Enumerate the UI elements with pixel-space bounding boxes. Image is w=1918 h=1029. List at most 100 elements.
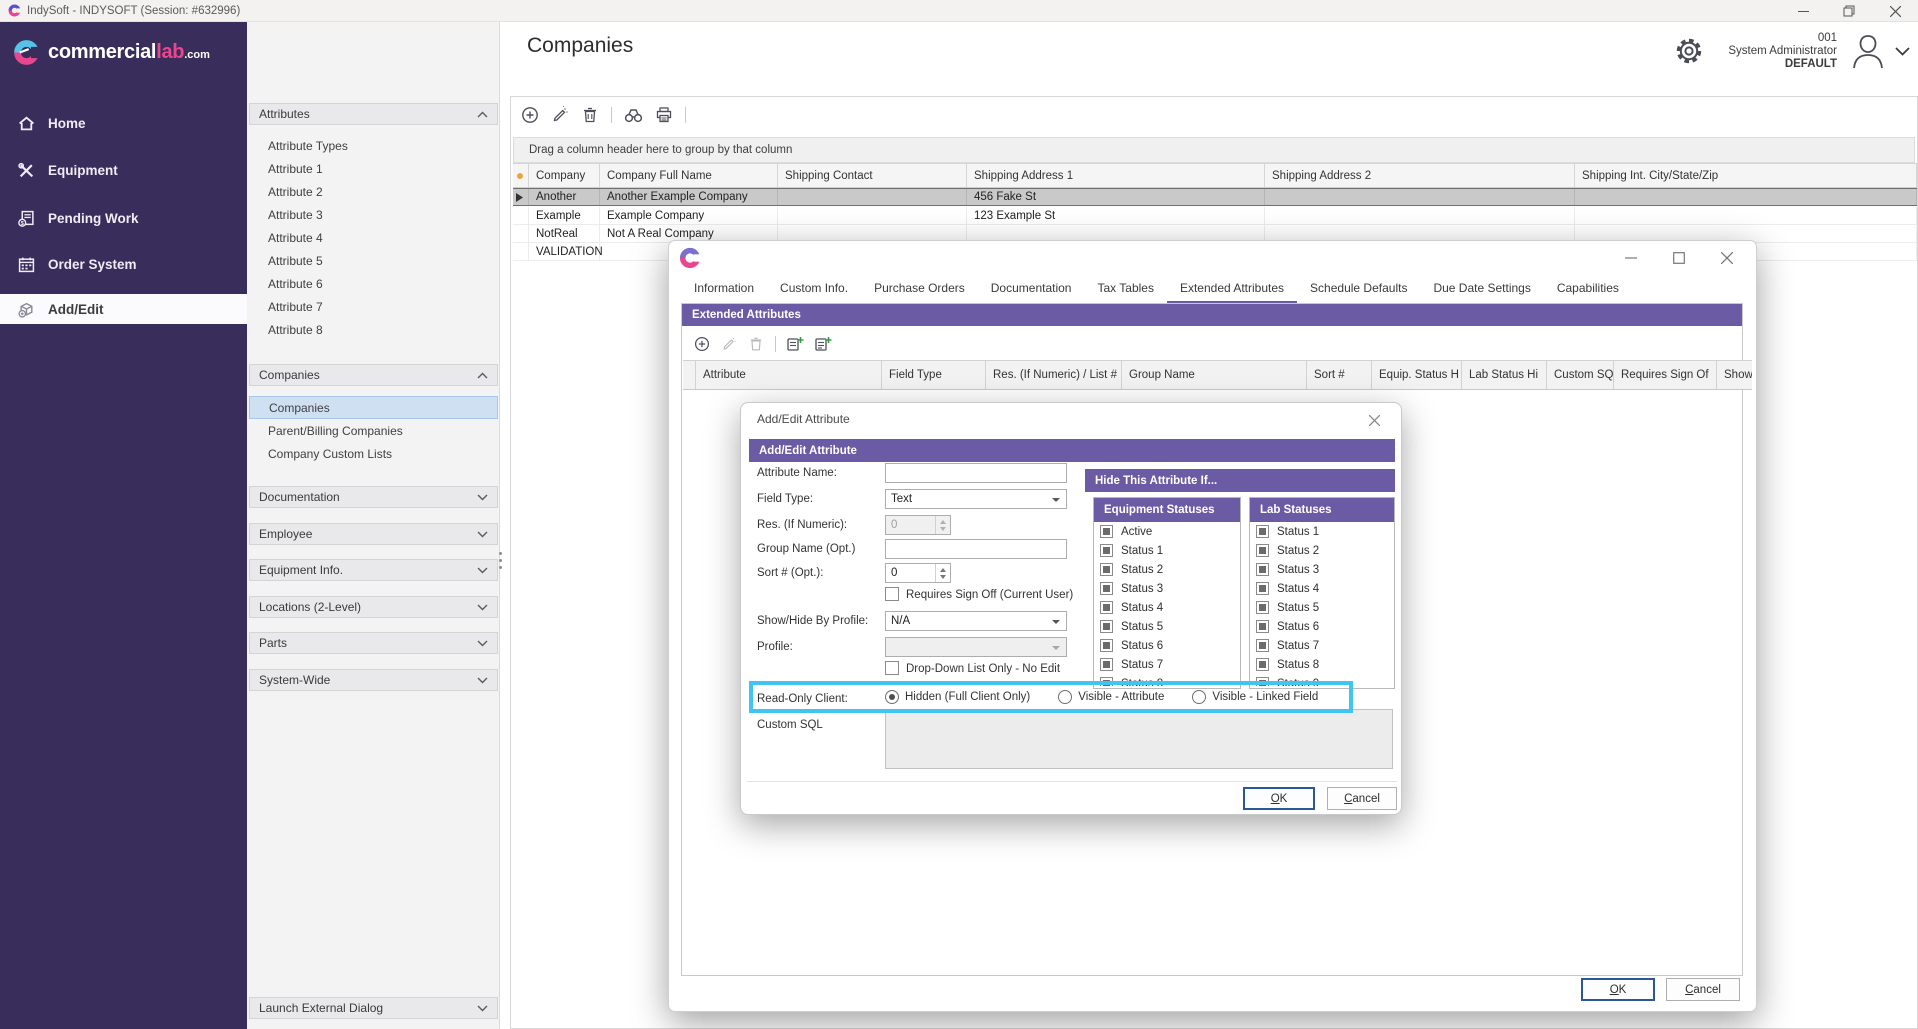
section-system-wide[interactable]: System-Wide [249,669,498,691]
column-header-equip-status[interactable]: Equip. Status H [1372,361,1462,389]
status-checkbox[interactable] [1100,563,1113,576]
sidebar-item-pending-work[interactable]: $ Pending Work [0,203,247,233]
status-option[interactable]: Active [1094,522,1240,541]
sort-spinner[interactable]: 0 [885,563,951,583]
subnav-item-attribute-types[interactable]: Attribute Types [249,134,498,157]
status-checkbox[interactable] [1100,544,1113,557]
subnav-item-attribute-2[interactable]: Attribute 2 [249,180,498,203]
status-checkbox[interactable] [1256,639,1269,652]
gear-icon[interactable] [1674,36,1704,66]
edit-icon[interactable] [551,106,569,124]
tab-custom-info[interactable]: Custom Info. [767,277,861,301]
add-attribute-icon[interactable] [694,336,710,352]
section-employee[interactable]: Employee [249,523,498,545]
status-checkbox[interactable] [1100,639,1113,652]
sidebar-item-home[interactable]: Home [0,108,247,138]
dialog-minimize-icon[interactable] [1616,247,1646,269]
status-option[interactable]: Status 2 [1250,541,1394,560]
status-checkbox[interactable] [1256,544,1269,557]
status-checkbox[interactable] [1100,677,1113,686]
close-icon[interactable] [1872,0,1918,22]
status-option[interactable]: Status 5 [1094,617,1240,636]
status-checkbox[interactable] [1100,582,1113,595]
status-checkbox[interactable] [1100,620,1113,633]
column-header-shipping-int[interactable]: Shipping Int. City/State/Zip [1575,164,1917,187]
subnav-item-attribute-4[interactable]: Attribute 4 [249,226,498,249]
status-checkbox[interactable] [1100,601,1113,614]
delete-icon[interactable] [581,106,599,124]
grid-add-alt-icon[interactable] [815,336,832,352]
status-option[interactable]: Status 6 [1094,636,1240,655]
status-checkbox[interactable] [1100,525,1113,538]
sidebar-item-add-edit[interactable]: Add/Edit [0,294,247,324]
restore-icon[interactable] [1826,0,1872,22]
section-equipment-info[interactable]: Equipment Info. [249,559,498,581]
column-header-shipping-address-2[interactable]: Shipping Address 2 [1265,164,1575,187]
status-option[interactable]: Status 7 [1094,655,1240,674]
find-icon[interactable] [624,107,643,124]
subnav-item-attribute-5[interactable]: Attribute 5 [249,249,498,272]
modal-ok-button[interactable]: OK [1243,787,1315,810]
status-option[interactable]: Status 8 [1094,674,1240,686]
tab-tax-tables[interactable]: Tax Tables [1084,277,1166,301]
section-documentation[interactable]: Documentation [249,486,498,508]
show-hide-dropdown[interactable]: N/A [885,611,1067,631]
subnav-item-attribute-1[interactable]: Attribute 1 [249,157,498,180]
status-checkbox[interactable] [1256,563,1269,576]
section-parts[interactable]: Parts [249,632,498,654]
field-type-dropdown[interactable]: Text [885,489,1067,509]
status-checkbox[interactable] [1256,658,1269,671]
column-header-field-type[interactable]: Field Type [882,361,986,389]
section-attributes[interactable]: Attributes [249,103,498,125]
status-checkbox[interactable] [1256,620,1269,633]
status-option[interactable]: Status 4 [1094,598,1240,617]
table-row[interactable]: Another Another Example Company 456 Fake… [513,188,1917,206]
dropdown-only-checkbox[interactable] [885,661,899,675]
status-option[interactable]: Status 3 [1250,560,1394,579]
status-checkbox[interactable] [1100,658,1113,671]
sidebar-item-order-system[interactable]: Order System [0,249,247,279]
modal-cancel-button[interactable]: Cancel [1327,787,1397,810]
group-by-bar[interactable]: Drag a column header here to group by th… [513,137,1915,163]
status-checkbox[interactable] [1256,525,1269,538]
radio-hidden-full-client[interactable] [885,690,899,704]
group-name-input[interactable] [885,539,1067,559]
tab-extended-attributes[interactable]: Extended Attributes [1167,277,1297,304]
section-launch-external-dialog[interactable]: Launch External Dialog [249,997,498,1019]
attribute-name-input[interactable] [885,463,1067,483]
status-option[interactable]: Status 4 [1250,579,1394,598]
section-locations[interactable]: Locations (2-Level) [249,596,498,618]
status-option[interactable]: Status 9 [1250,674,1394,686]
status-option[interactable]: Status 1 [1094,541,1240,560]
status-checkbox[interactable] [1256,601,1269,614]
requires-signoff-checkbox[interactable] [885,587,899,601]
modal-close-icon[interactable] [1363,410,1385,430]
tab-purchase-orders[interactable]: Purchase Orders [861,277,978,301]
column-header-lab-status[interactable]: Lab Status Hi [1462,361,1547,389]
tab-documentation[interactable]: Documentation [978,277,1085,301]
column-header-shipping-address-1[interactable]: Shipping Address 1 [967,164,1265,187]
tab-information[interactable]: Information [681,277,767,301]
minimize-icon[interactable] [1780,0,1826,22]
column-header-show[interactable]: Show [1717,361,1752,389]
grid-add-icon[interactable] [787,336,804,352]
column-header-custom-sql[interactable]: Custom SQ [1547,361,1614,389]
status-option[interactable]: Status 6 [1250,617,1394,636]
radio-visible-attribute[interactable] [1058,690,1072,704]
tab-due-date-settings[interactable]: Due Date Settings [1420,277,1543,301]
dialog-ok-button[interactable]: OK [1581,978,1655,1001]
add-icon[interactable] [521,106,539,124]
status-option[interactable]: Status 3 [1094,579,1240,598]
status-checkbox[interactable] [1256,677,1269,686]
panel-splitter-handle[interactable]: ••• [498,551,503,573]
status-option[interactable]: Status 7 [1250,636,1394,655]
status-option[interactable]: Status 5 [1250,598,1394,617]
column-header-res[interactable]: Res. (If Numeric) / List # [986,361,1122,389]
status-option[interactable]: Status 2 [1094,560,1240,579]
column-header-shipping-contact[interactable]: Shipping Contact [778,164,967,187]
avatar[interactable] [1847,30,1889,72]
column-header-attribute[interactable]: Attribute [696,361,882,389]
column-header-requires-signoff[interactable]: Requires Sign Of [1614,361,1717,389]
radio-visible-linked-field[interactable] [1192,690,1206,704]
dialog-maximize-icon[interactable] [1664,247,1694,269]
